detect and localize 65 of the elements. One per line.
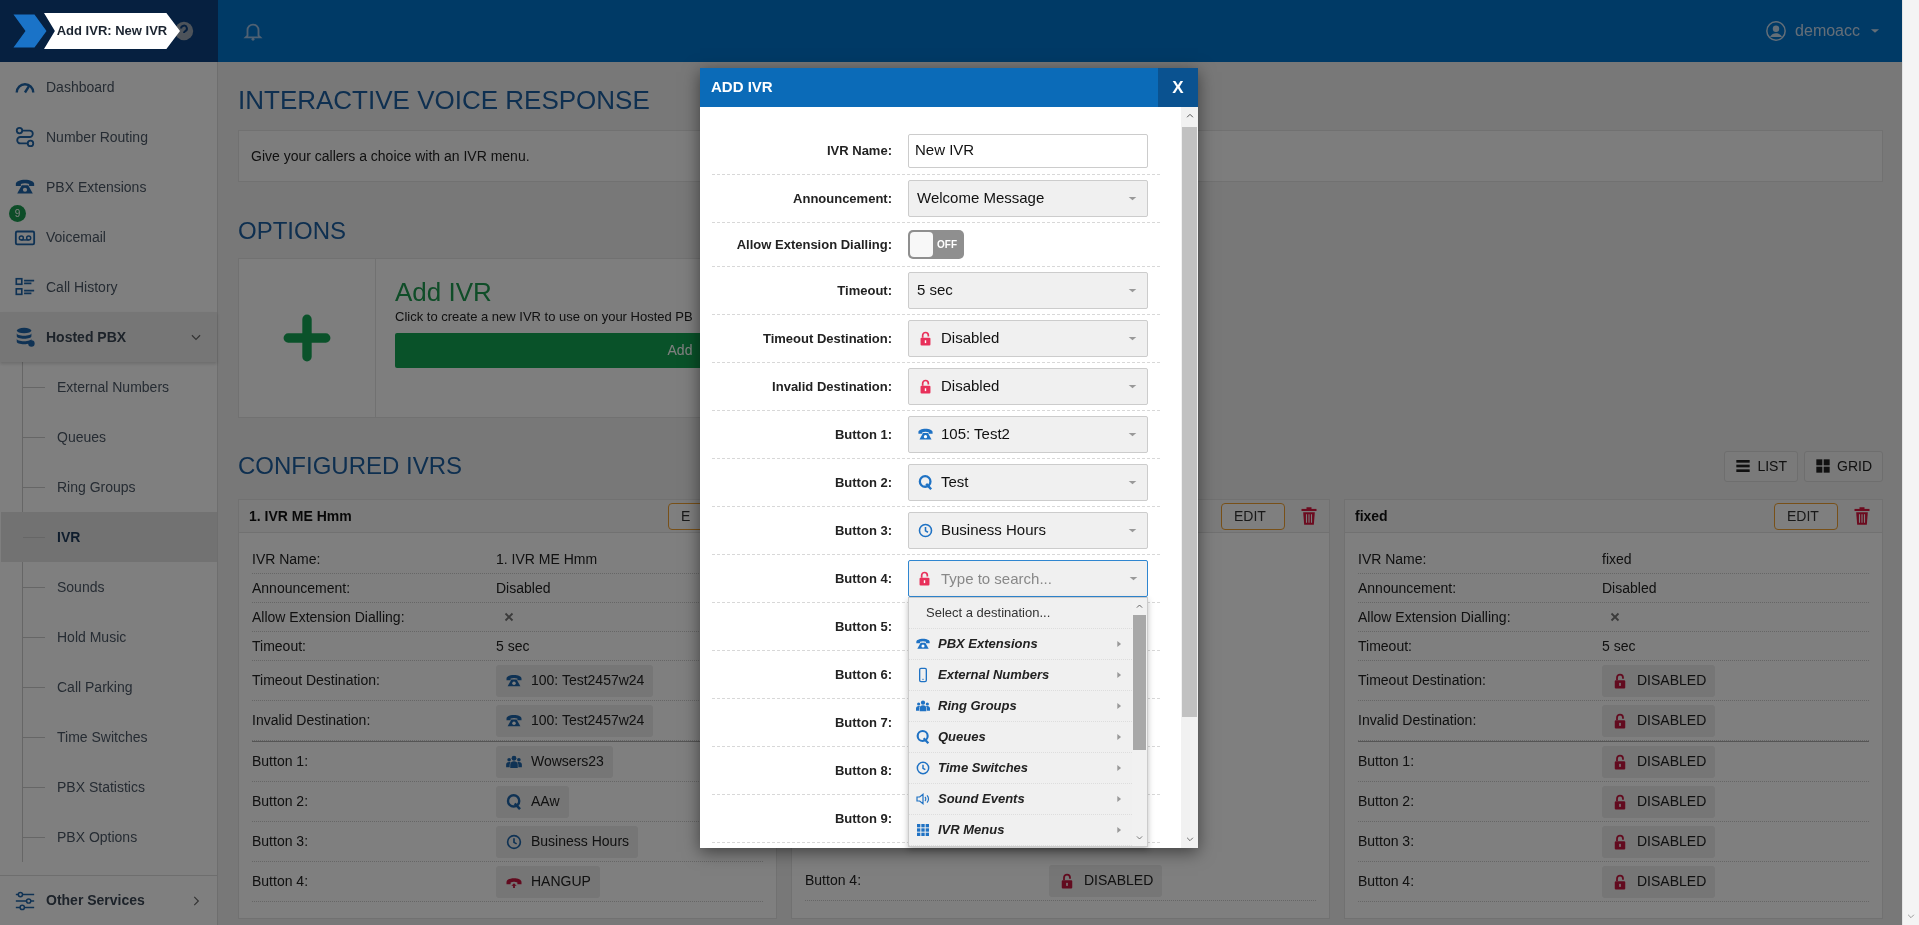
field-label: Allow Extension Dialling: xyxy=(735,235,892,254)
count-badge: 9 xyxy=(9,205,26,222)
field-value: 5 sec xyxy=(496,636,530,656)
destination-name: HANGUP xyxy=(531,872,591,891)
field-label: Timeout: xyxy=(1358,636,1413,656)
field-label: Button 4: xyxy=(1358,872,1416,891)
field-value: 1. IVR ME Hmm xyxy=(496,549,598,569)
card-title: 1. IVR ME Hmm xyxy=(249,506,352,526)
field-label: Timeout: xyxy=(252,636,307,656)
field-label: Button 1: xyxy=(1358,752,1416,771)
field-value: 5 sec xyxy=(1602,636,1636,656)
field-label: Button 3: xyxy=(833,521,892,540)
field-label: Announcement: xyxy=(792,189,892,208)
page-title: INTERACTIVE VOICE RESPONSE xyxy=(238,84,650,117)
field-label: Button 3: xyxy=(1358,832,1416,851)
destination-name: Wowsers23 xyxy=(531,752,604,771)
field-label: Button 7: xyxy=(833,713,892,732)
destination-name: DISABLED xyxy=(1637,872,1707,891)
field-label: Button 4: xyxy=(252,872,310,891)
field-label: Allow Extension Dialling: xyxy=(252,607,406,627)
destination-name: 100: Test2457w24 xyxy=(531,711,645,730)
destination-name: Business Hours xyxy=(531,832,630,851)
section-heading: CONFIGURED IVRS xyxy=(238,451,462,481)
option-description: Click to create a new IVR to use on your Hosted PB xyxy=(395,308,693,326)
field-value: fixed xyxy=(1602,549,1632,569)
field-label: Invalid Destination: xyxy=(252,711,372,730)
destination-name: DISABLED xyxy=(1637,832,1707,851)
field-label: Button 2: xyxy=(252,792,310,811)
field-label: Button 1: xyxy=(833,425,892,444)
field-value: Disabled xyxy=(1602,578,1657,598)
field-label: Button 2: xyxy=(1358,792,1416,811)
field-label: Button 3: xyxy=(252,832,310,851)
field-label: Invalid Destination: xyxy=(1358,711,1478,730)
field-label: IVR Name: xyxy=(825,141,892,160)
field-label: Button 1: xyxy=(252,752,310,771)
destination-name: DISABLED xyxy=(1637,711,1707,730)
field-label: Timeout: xyxy=(836,281,892,300)
destination-name: DISABLED xyxy=(1637,671,1707,690)
field-label: Allow Extension Dialling: xyxy=(1358,607,1512,627)
field-label: Announcement: xyxy=(252,578,352,598)
destination-name: DISABLED xyxy=(1637,752,1707,771)
field-label: IVR Name: xyxy=(252,549,322,569)
field-label: Button 9: xyxy=(833,809,892,828)
dropdown-prompt: Select a destination... xyxy=(926,604,1051,623)
field-label: IVR Name: xyxy=(1358,549,1428,569)
field-label: Timeout Destination: xyxy=(252,671,381,690)
section-heading: OPTIONS xyxy=(238,216,346,246)
destination-name: DISABLED xyxy=(1084,871,1154,890)
field-label: Button 4: xyxy=(805,871,863,890)
field-label: Invalid Destination: xyxy=(771,377,892,396)
modal-title: ADD IVR xyxy=(710,77,773,98)
field-label: Button 5: xyxy=(833,617,892,636)
destination-name: AAw xyxy=(531,792,560,811)
option-title: Add IVR xyxy=(395,277,492,307)
card-title: fixed xyxy=(1355,506,1388,526)
field-label: Timeout Destination: xyxy=(761,329,892,348)
field-label: Announcement: xyxy=(1358,578,1458,598)
field-label: Timeout Destination: xyxy=(1358,671,1487,690)
field-label: Button 2: xyxy=(833,473,892,492)
field-label: Button 8: xyxy=(833,761,892,780)
destination-name: DISABLED xyxy=(1637,792,1707,811)
field-label: Button 4: xyxy=(833,569,892,588)
field-label: Button 6: xyxy=(833,665,892,684)
field-value: Disabled xyxy=(496,578,551,598)
destination-name: 100: Test2457w24 xyxy=(531,671,645,690)
